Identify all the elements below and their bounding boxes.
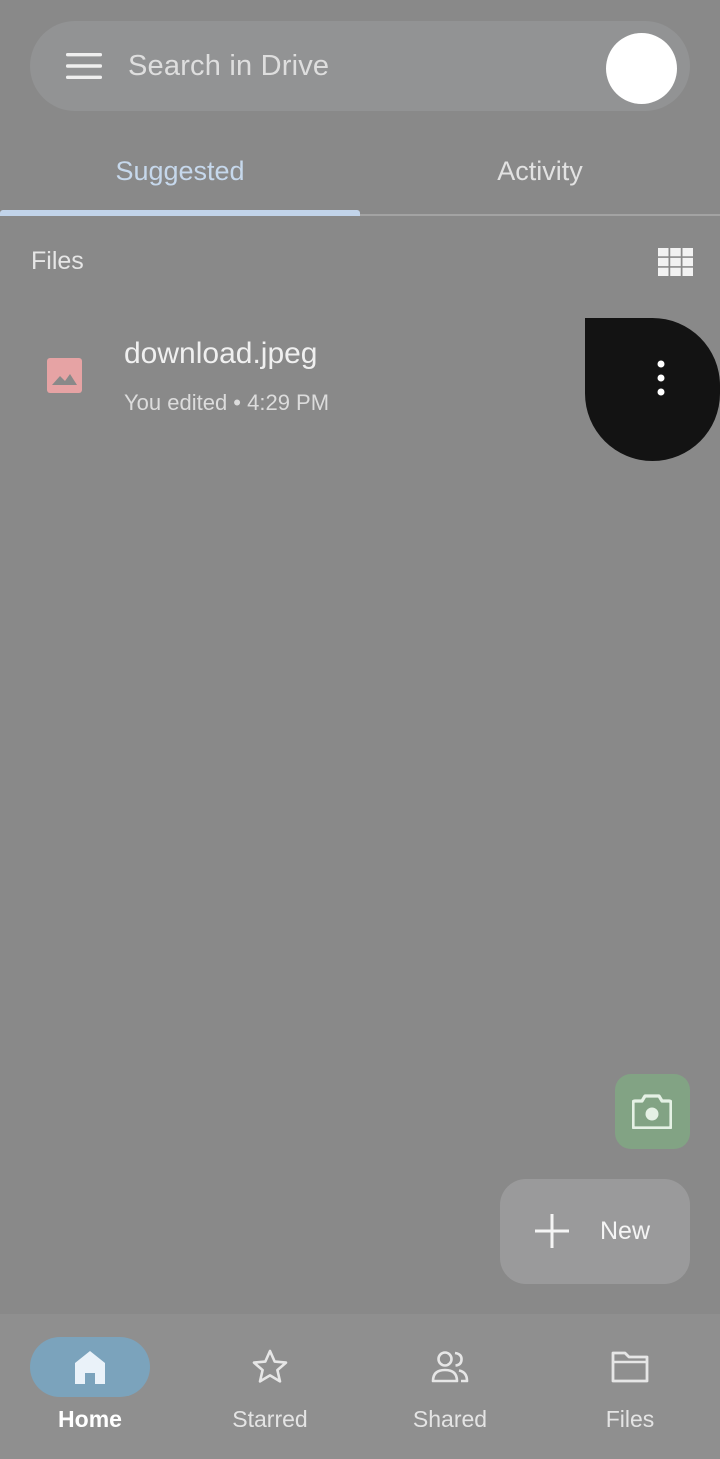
- star-icon: [252, 1349, 288, 1383]
- nav-label-starred: Starred: [232, 1406, 308, 1432]
- tab-activity[interactable]: Activity: [360, 130, 720, 214]
- tab-selected-indicator: [0, 210, 360, 216]
- nav-label-shared: Shared: [412, 1406, 488, 1432]
- tab-suggested[interactable]: Suggested: [0, 130, 360, 214]
- more-vert-icon: [657, 360, 665, 396]
- grid-view-icon[interactable]: [658, 248, 693, 276]
- tab-bar: Suggested Activity: [0, 130, 720, 216]
- file-meta: You edited • 4:29 PM: [124, 390, 330, 415]
- plus-icon: [535, 1214, 569, 1248]
- file-name: download.jpeg: [124, 337, 318, 370]
- folder-icon: [611, 1351, 649, 1383]
- people-icon: [431, 1351, 469, 1383]
- file-list-item[interactable]: download.jpeg You edited • 4:29 PM: [0, 318, 720, 461]
- nav-item-starred[interactable]: Starred: [180, 1314, 360, 1459]
- new-button[interactable]: New: [500, 1179, 690, 1284]
- nav-item-files[interactable]: Files: [540, 1314, 720, 1459]
- files-section-heading: Files: [31, 247, 84, 275]
- nav-item-shared[interactable]: Shared: [360, 1314, 540, 1459]
- nav-label-files: Files: [605, 1406, 655, 1432]
- nav-item-home[interactable]: Home: [0, 1314, 180, 1459]
- hamburger-menu-icon[interactable]: [66, 53, 102, 79]
- file-more-button[interactable]: [585, 318, 720, 461]
- account-avatar[interactable]: [606, 33, 677, 104]
- drive-home-screen: Search in Drive Suggested Activity Files…: [0, 0, 720, 1459]
- scan-camera-button[interactable]: [615, 1074, 690, 1149]
- search-input[interactable]: Search in Drive: [128, 48, 329, 84]
- bottom-navigation: Home Starred Shared Files: [0, 1314, 720, 1459]
- nav-label-home: Home: [58, 1406, 122, 1432]
- image-file-icon: [47, 358, 82, 393]
- search-bar[interactable]: Search in Drive: [30, 21, 690, 111]
- camera-icon: [632, 1094, 672, 1129]
- new-button-label: New: [600, 1217, 651, 1245]
- home-icon: [75, 1351, 105, 1384]
